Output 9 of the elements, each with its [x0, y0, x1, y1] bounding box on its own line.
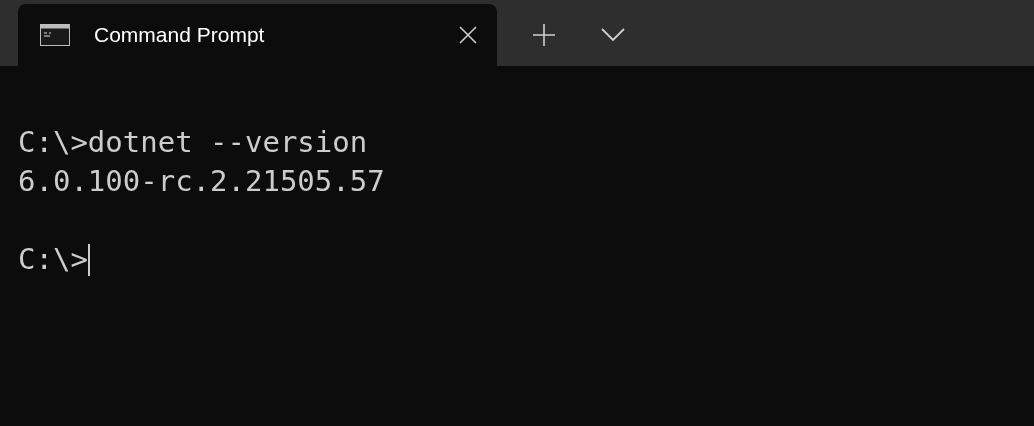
add-tab-icon[interactable] — [532, 23, 556, 47]
terminal-line: 6.0.100-rc.2.21505.57 — [18, 163, 385, 200]
tab[interactable]: Command Prompt — [18, 4, 497, 66]
close-icon[interactable] — [459, 26, 477, 44]
terminal-line: C:\>dotnet --version — [18, 124, 368, 161]
terminal-line: C:\> — [18, 241, 88, 278]
terminal-icon — [40, 24, 70, 46]
tab-title: Command Prompt — [94, 22, 266, 49]
chevron-down-icon[interactable] — [601, 28, 625, 42]
